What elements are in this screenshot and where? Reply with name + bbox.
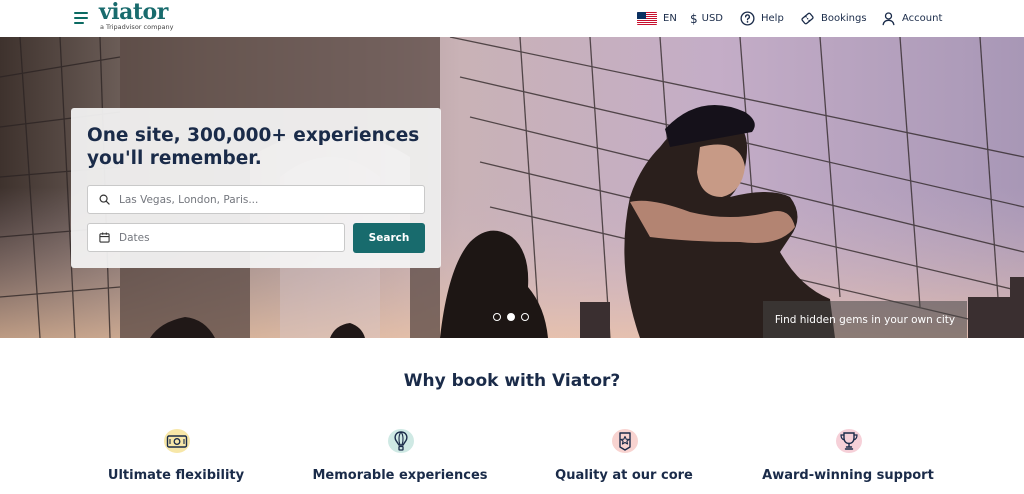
account-label: Account [902, 13, 943, 24]
bookings-link[interactable]: Bookings [800, 0, 867, 37]
hero-caption-link[interactable]: Find hidden gems in your own city [763, 301, 967, 338]
feature-quality: Quality at our core [524, 427, 724, 483]
search-button[interactable]: Search [353, 223, 425, 253]
why-section-title: Why book with Viator? [403, 371, 621, 391]
logo-subtitle: a Tripadvisor company [100, 23, 174, 31]
carousel-dot[interactable] [493, 313, 501, 321]
hero-headline: One site, 300,000+ experiences you'll re… [87, 125, 420, 169]
hamburger-menu-icon[interactable] [74, 10, 90, 24]
help-label: Help [761, 13, 784, 24]
badge-star-icon [619, 432, 631, 451]
feature-label: Award-winning support [762, 468, 934, 483]
carousel-dot[interactable] [521, 313, 529, 321]
calendar-icon [99, 232, 110, 243]
search-icon [99, 194, 110, 205]
search-card: One site, 300,000+ experiences you'll re… [71, 108, 441, 268]
feature-memorable: Memorable experiences [300, 427, 500, 483]
ticket-icon [801, 12, 814, 25]
feature-label: Quality at our core [555, 468, 693, 483]
language-label: EN [663, 13, 677, 24]
language-selector[interactable]: EN [637, 0, 677, 37]
dollar-icon: $ [690, 11, 698, 26]
us-flag-icon [637, 12, 657, 25]
logo-wordmark: viator [99, 0, 168, 25]
hero-banner: One site, 300,000+ experiences you'll re… [0, 37, 1024, 338]
currency-label: USD [701, 13, 724, 24]
hot-air-balloon-icon [394, 431, 408, 451]
feature-label: Memorable experiences [312, 468, 488, 483]
trophy-icon [840, 432, 858, 450]
currency-selector[interactable]: $ USD [690, 0, 723, 37]
dates-input[interactable]: Dates [87, 223, 345, 252]
feature-flexibility: Ultimate flexibility [76, 427, 276, 483]
site-header: viator a Tripadvisor company EN $ USD He… [0, 0, 1024, 37]
account-link[interactable]: Account [881, 0, 942, 37]
user-icon [882, 12, 895, 26]
feature-label: Ultimate flexibility [107, 468, 245, 483]
carousel-dots [493, 313, 529, 321]
feature-support: Award-winning support [748, 427, 948, 483]
dates-placeholder: Dates [119, 231, 150, 244]
bookings-label: Bookings [821, 13, 867, 24]
destination-placeholder: Las Vegas, London, Paris... [119, 193, 259, 206]
help-link[interactable]: Help [740, 0, 784, 37]
destination-search-input[interactable]: Las Vegas, London, Paris... [87, 185, 425, 214]
carousel-dot-active[interactable] [507, 313, 515, 321]
viator-logo[interactable]: viator a Tripadvisor company [99, 0, 174, 31]
help-icon [740, 11, 755, 26]
money-icon [166, 435, 188, 448]
